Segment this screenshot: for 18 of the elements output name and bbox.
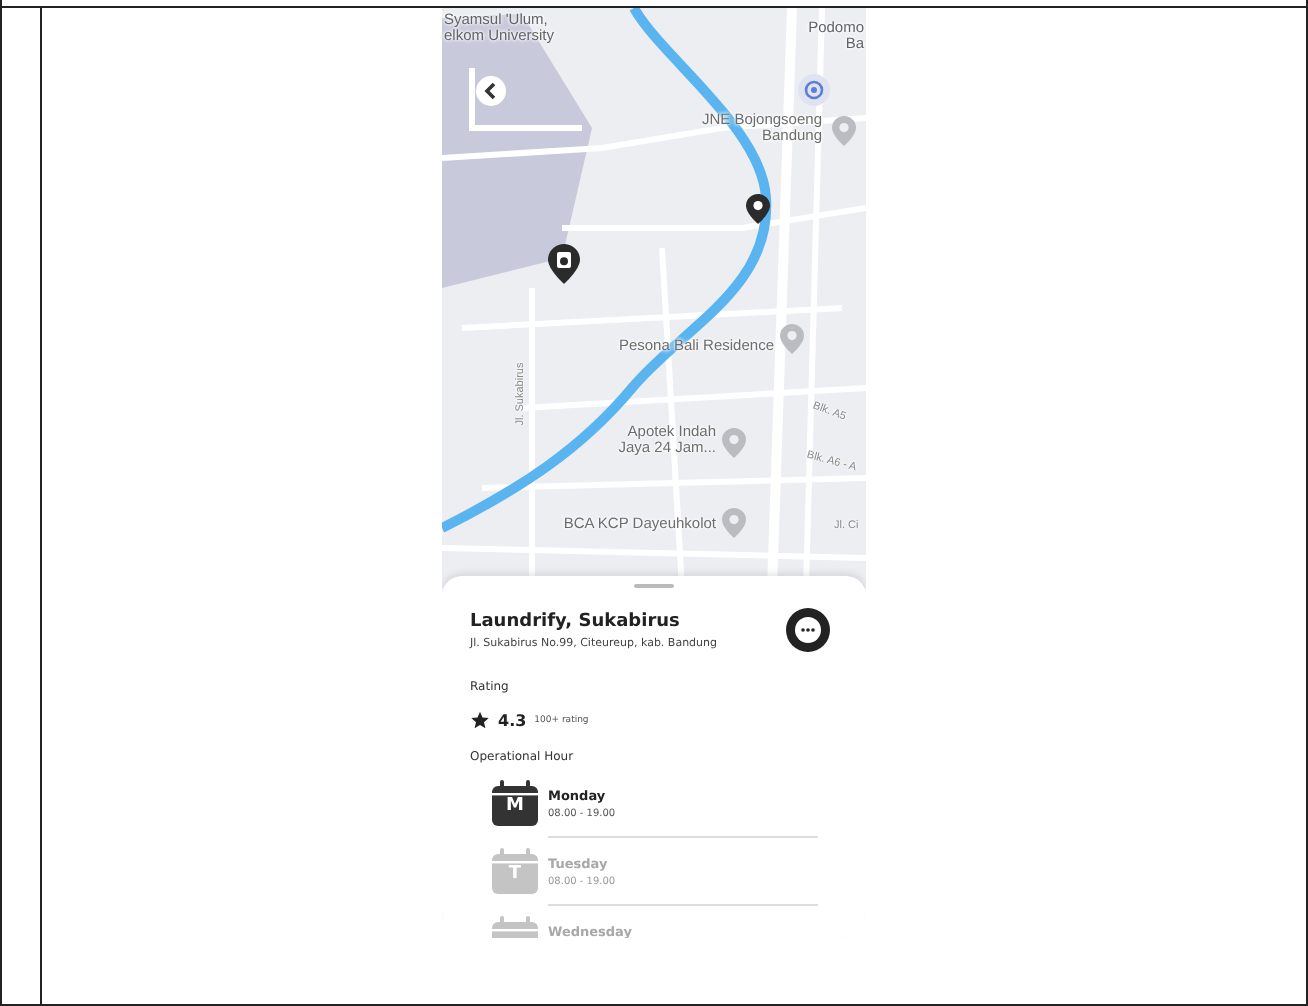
location-target-icon[interactable] xyxy=(798,74,830,106)
calendar-icon xyxy=(492,848,538,894)
place-pin-icon xyxy=(722,508,746,538)
chat-icon xyxy=(794,616,822,644)
calendar-icon xyxy=(492,780,538,826)
chat-button[interactable] xyxy=(786,608,830,652)
star-icon xyxy=(470,710,490,730)
rating-value: 4.3 xyxy=(498,711,527,729)
place-name: Laundrify, Sukabirus xyxy=(470,611,682,631)
location-pin-icon xyxy=(746,194,770,224)
calendar-letter: M xyxy=(504,796,526,816)
place-pin-icon xyxy=(780,324,804,354)
place-pin-icon xyxy=(832,116,856,146)
calendar-letter: T xyxy=(506,864,524,884)
laundry-pin-icon[interactable] xyxy=(548,244,580,284)
place-pin-icon xyxy=(722,428,746,458)
sheet-handle[interactable] xyxy=(634,584,674,588)
back-button[interactable] xyxy=(476,76,506,106)
